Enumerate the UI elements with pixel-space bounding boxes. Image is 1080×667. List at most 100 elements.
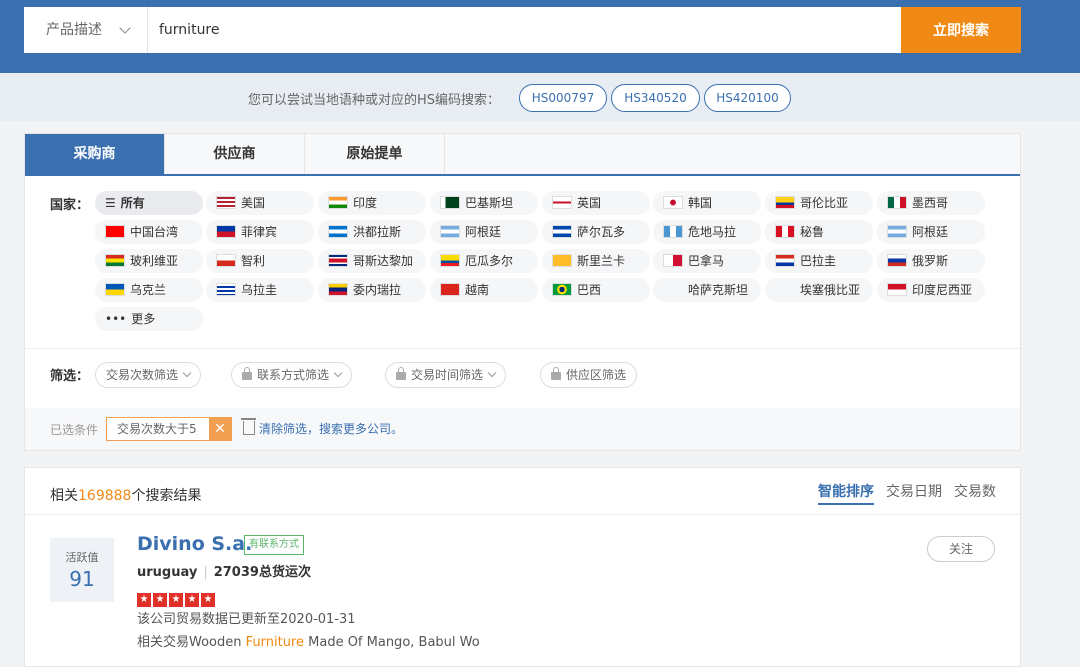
search-button[interactable]: 立即搜索 — [901, 7, 1021, 53]
country-filter-item[interactable]: 美国 — [206, 191, 314, 215]
country-label: 萨尔瓦多 — [577, 225, 626, 239]
country-label: 美国 — [241, 196, 266, 210]
country-label: 玻利维亚 — [130, 254, 179, 268]
country-label: 埃塞俄比亚 — [800, 283, 861, 297]
clear-filters-link[interactable]: 清除筛选，搜索更多公司。 — [241, 418, 404, 437]
country-filter-item[interactable]: 哈萨克斯坦 — [653, 278, 761, 302]
country-filter-item[interactable]: 玻利维亚 — [95, 249, 203, 273]
trade-count-filter[interactable]: 交易次数筛选 — [95, 362, 202, 388]
country-filter-item[interactable]: 厄瓜多尔 — [430, 249, 538, 273]
country-filter-item[interactable]: 哥伦比亚 — [765, 191, 873, 215]
filters-label: 筛选： — [50, 369, 90, 384]
country-filter-item[interactable]: 乌克兰 — [95, 278, 203, 302]
country-filter-item[interactable]: 菲律宾 — [206, 220, 314, 244]
country-filter-item[interactable]: 萨尔瓦多 — [542, 220, 650, 244]
country-filter-item[interactable]: ☰ 所有 — [95, 191, 203, 215]
country-filter-item[interactable]: 智利 — [206, 249, 314, 273]
flag-icon — [328, 196, 348, 209]
flag-icon — [328, 225, 348, 238]
country-filter-item[interactable]: 斯里兰卡 — [542, 249, 650, 273]
country-filter-item[interactable]: 哥斯达黎加 — [318, 249, 426, 273]
hs-code-chip[interactable]: HS340520 — [611, 84, 700, 112]
country-filter-item[interactable]: 秘鲁 — [765, 220, 873, 244]
top-search-bar: 产品描述 立即搜索 — [0, 0, 1080, 73]
country-filter-item[interactable]: 阿根廷 — [430, 220, 538, 244]
hs-code-chip[interactable]: HS000797 — [519, 84, 607, 112]
country-filter-item[interactable]: 乌拉圭 — [206, 278, 314, 302]
clear-filters-text: 清除筛选，搜索更多公司。 — [259, 422, 404, 436]
country-label: 阿根廷 — [912, 225, 949, 239]
rating-stars: ★ ★ ★ ★ ★ — [137, 587, 217, 607]
company-shipments: 27039总货运次 — [213, 565, 311, 580]
country-filter-item[interactable]: 英国 — [542, 191, 650, 215]
flag-icon — [663, 283, 683, 296]
lock-icon — [396, 367, 406, 380]
country-filter-item[interactable]: 印度尼西亚 — [877, 278, 985, 302]
country-filter-item[interactable]: 巴拉圭 — [765, 249, 873, 273]
country-label: 巴拿马 — [688, 254, 725, 268]
company-meta: uruguay | 27039总货运次 — [137, 565, 311, 580]
country-filter-item[interactable]: 埃塞俄比亚 — [765, 278, 873, 302]
country-filter-item[interactable]: 越南 — [430, 278, 538, 302]
sort-count[interactable]: 交易数 — [954, 481, 996, 501]
sort-smart[interactable]: 智能排序 — [818, 481, 874, 505]
country-filter-item[interactable]: 俄罗斯 — [877, 249, 985, 273]
filter-label: 供应区筛选 — [566, 368, 627, 382]
country-label: 越南 — [465, 283, 490, 297]
flag-icon — [328, 283, 348, 296]
country-label: 委内瑞拉 — [353, 283, 402, 297]
flag-icon — [440, 283, 460, 296]
company-name-link[interactable]: Divino S.a. — [137, 533, 252, 555]
country-label: 哥伦比亚 — [800, 196, 849, 210]
tab-buyers[interactable]: 采购商 — [25, 134, 165, 174]
flag-icon — [216, 225, 236, 238]
hint-text: 您可以尝试当地语种或对应的HS编码搜索： — [248, 93, 501, 108]
countries-label: 国家： — [50, 198, 90, 213]
country-label: 巴基斯坦 — [465, 196, 514, 210]
country-filter-item[interactable]: 墨西哥 — [877, 191, 985, 215]
flag-icon — [663, 196, 683, 209]
trade-time-filter[interactable]: 交易时间筛选 — [385, 362, 507, 388]
selected-label: 已选条件 — [50, 423, 99, 437]
country-filter-item[interactable]: 委内瑞拉 — [318, 278, 426, 302]
search-type-dropdown[interactable]: 产品描述 — [24, 7, 148, 53]
country-label: 厄瓜多尔 — [465, 254, 514, 268]
flag-icon — [216, 196, 236, 209]
chevron-down-icon — [333, 368, 343, 378]
sort-date[interactable]: 交易日期 — [886, 481, 942, 501]
country-filter-item[interactable]: 韩国 — [653, 191, 761, 215]
related-trade: 相关交易Wooden Furniture Made Of Mango, Babu… — [137, 631, 480, 650]
tab-bills-of-lading[interactable]: 原始提单 — [305, 134, 445, 174]
tab-suppliers[interactable]: 供应商 — [165, 134, 305, 174]
flag-icon — [552, 283, 572, 296]
star-icon: ★ — [137, 593, 151, 607]
country-label: 更多 — [131, 312, 156, 326]
country-filter-item[interactable]: 巴基斯坦 — [430, 191, 538, 215]
search-input[interactable] — [159, 7, 899, 53]
country-filter-item[interactable]: 印度 — [318, 191, 426, 215]
flag-icon — [440, 225, 460, 238]
divider — [25, 514, 1020, 515]
supply-region-filter[interactable]: 供应区筛选 — [540, 362, 638, 388]
country-filter-item[interactable]: 阿根廷 — [877, 220, 985, 244]
country-filter-item[interactable]: ••• 更多 — [95, 307, 203, 331]
lock-icon — [242, 367, 252, 380]
contact-badge: 有联系方式 — [244, 535, 304, 555]
country-filter-item[interactable]: 洪都拉斯 — [318, 220, 426, 244]
contact-filter[interactable]: 联系方式筛选 — [231, 362, 353, 388]
country-label: 洪都拉斯 — [353, 225, 402, 239]
flag-icon — [552, 254, 572, 267]
follow-button[interactable]: 关注 — [927, 536, 995, 562]
country-label: 俄罗斯 — [912, 254, 949, 268]
country-filter-item[interactable]: 中国台湾 — [95, 220, 203, 244]
flag-icon — [105, 254, 125, 267]
country-label: 印度 — [353, 196, 378, 210]
hs-code-chip[interactable]: HS420100 — [704, 84, 791, 112]
country-label: 哥斯达黎加 — [353, 254, 414, 268]
country-filter-item[interactable]: 巴拿马 — [653, 249, 761, 273]
close-icon[interactable]: ✕ — [209, 418, 231, 440]
tab-bar: 采购商 供应商 原始提单 — [25, 134, 1020, 176]
more-icon: ••• — [105, 312, 127, 326]
country-filter-item[interactable]: 巴西 — [542, 278, 650, 302]
country-filter-item[interactable]: 危地马拉 — [653, 220, 761, 244]
